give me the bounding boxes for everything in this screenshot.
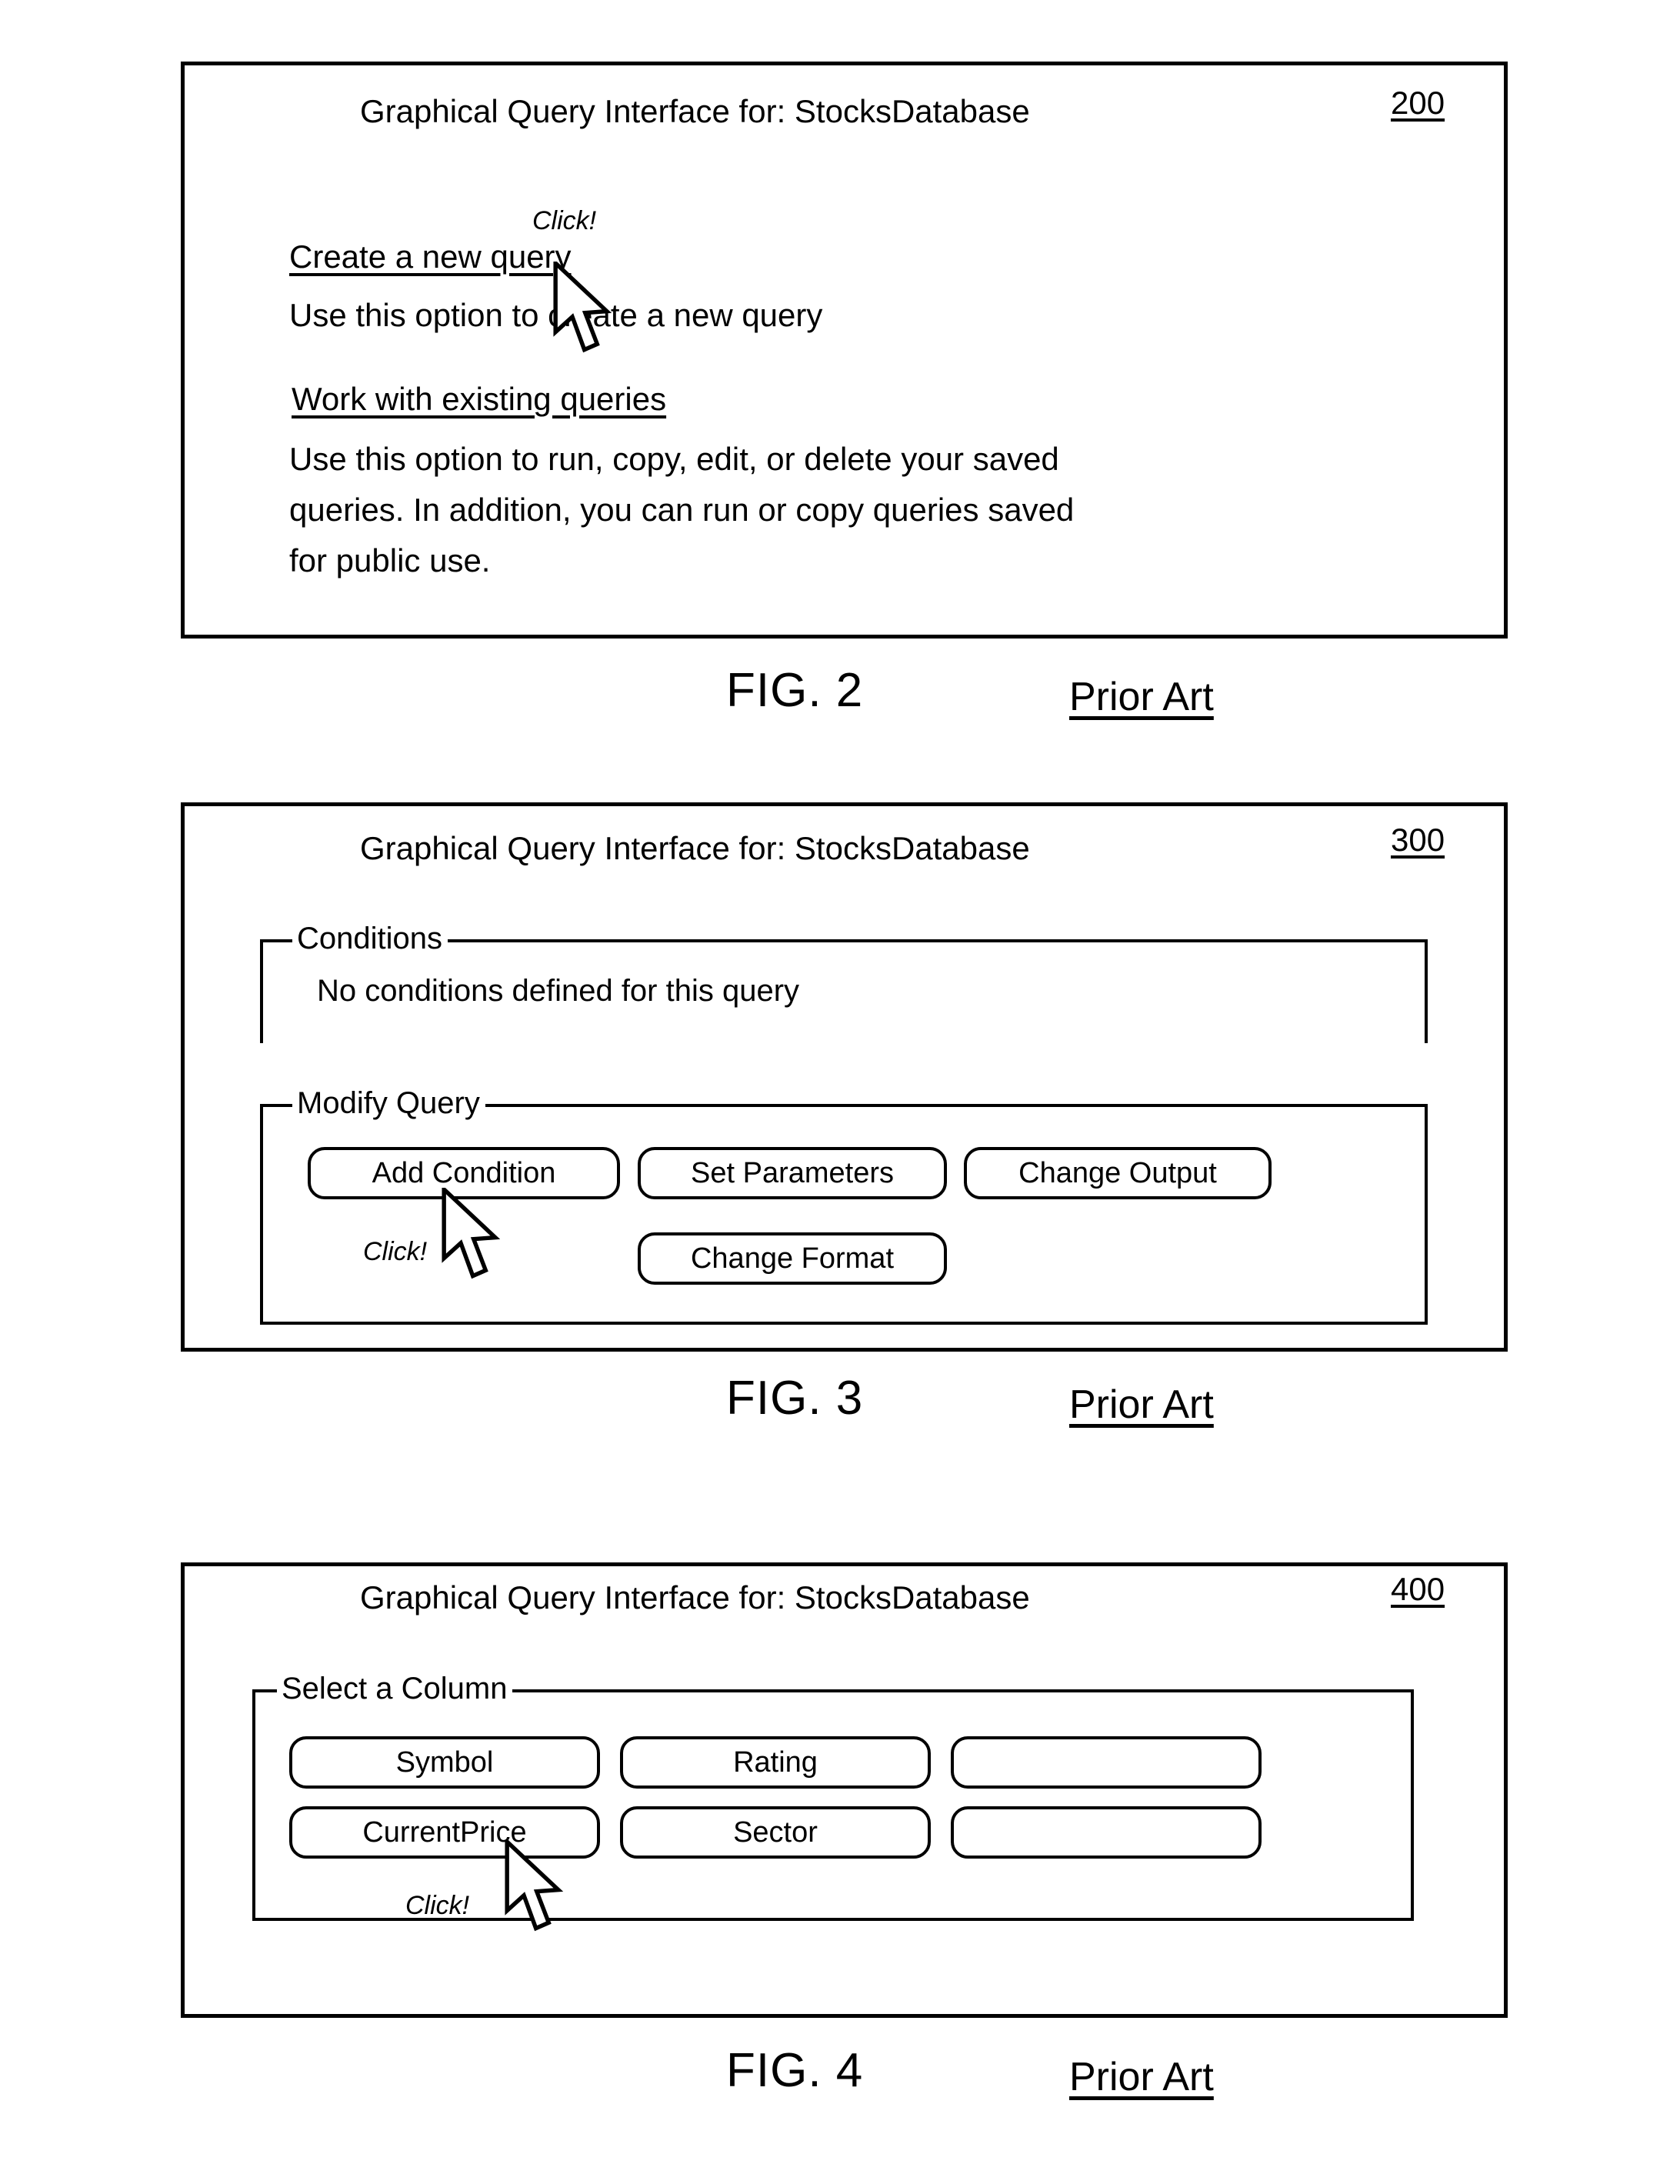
fig2-click-label: Click! [532, 206, 597, 235]
fig2-description-existing-line-2: queries. In addition, you can run or cop… [289, 492, 1075, 528]
fig2-reference-number: 200 [1391, 85, 1445, 121]
fig4-reference-number: 400 [1391, 1571, 1445, 1607]
fig3-conditions-legend: Conditions [292, 923, 448, 954]
fig4-caption: FIG. 4 [726, 2044, 864, 2097]
fig3-click-label: Click! [363, 1237, 428, 1266]
fig4-column-button-symbol[interactable]: Symbol [289, 1736, 600, 1789]
fig4-column-button-rating[interactable]: Rating [620, 1736, 931, 1789]
fig4-column-button-empty-2[interactable] [951, 1806, 1262, 1859]
fig3-button-change-format[interactable]: Change Format [638, 1232, 947, 1285]
fig2-description-existing-line-3: for public use. [289, 542, 491, 579]
fig3-reference-number: 300 [1391, 822, 1445, 858]
fig4-screen-title: Graphical Query Interface for: StocksDat… [360, 1579, 1030, 1615]
fig3-modify-query-group [260, 1104, 1428, 1325]
fig2-link-work-with-existing-queries[interactable]: Work with existing queries [292, 381, 666, 418]
fig3-modify-query-legend: Modify Query [292, 1088, 485, 1119]
mouse-pointer-arrow-icon [441, 1188, 518, 1284]
fig2-caption: FIG. 2 [726, 664, 864, 717]
fig4-click-label: Click! [405, 1891, 470, 1920]
fig4-prior-art-label: Prior Art [1069, 2055, 1214, 2099]
fig3-caption: FIG. 3 [726, 1372, 864, 1425]
fig4-select-column-legend: Select a Column [277, 1673, 513, 1704]
fig3-button-set-parameters[interactable]: Set Parameters [638, 1147, 947, 1199]
fig2-screen-title: Graphical Query Interface for: StocksDat… [360, 93, 1030, 129]
fig2-link-create-new-query[interactable]: Create a new query [289, 238, 572, 275]
fig4-column-button-sector[interactable]: Sector [620, 1806, 931, 1859]
fig2-description-existing-line-1: Use this option to run, copy, edit, or d… [289, 441, 1059, 477]
fig3-conditions-message: No conditions defined for this query [317, 974, 800, 1008]
mouse-pointer-arrow-icon [504, 1840, 581, 1936]
fig4-select-column-group [252, 1689, 1414, 1921]
fig2-prior-art-label: Prior Art [1069, 675, 1214, 719]
fig4-column-button-empty-1[interactable] [951, 1736, 1262, 1789]
mouse-pointer-arrow-icon [552, 262, 629, 358]
fig3-screen-title: Graphical Query Interface for: StocksDat… [360, 830, 1030, 866]
fig3-button-change-output[interactable]: Change Output [964, 1147, 1272, 1199]
fig3-prior-art-label: Prior Art [1069, 1382, 1214, 1427]
